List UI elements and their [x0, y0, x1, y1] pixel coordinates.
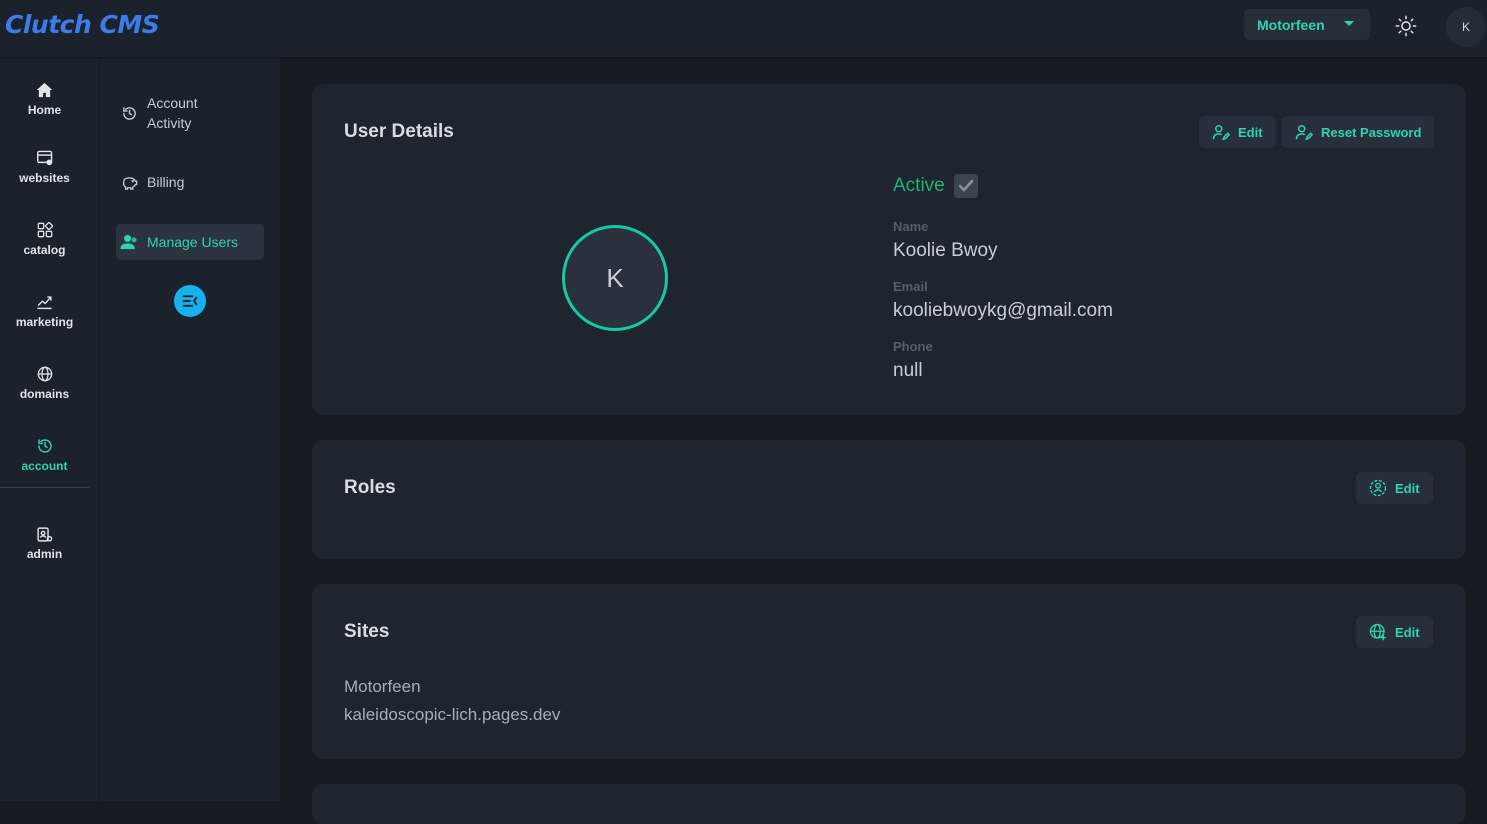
rail-item-label: websites — [19, 171, 70, 185]
globe-plus-icon — [1369, 623, 1387, 641]
edit-sites-button[interactable]: Edit — [1356, 616, 1433, 648]
user-details-card: User Details Edit Reset Password K Activ… — [312, 84, 1466, 415]
rail-item-websites[interactable]: websites — [0, 147, 89, 207]
user-avatar-button[interactable]: K — [1446, 7, 1486, 47]
history-icon — [116, 106, 142, 121]
role-badge-icon — [1369, 479, 1387, 497]
name-value: Koolie Bwoy — [893, 240, 998, 261]
subnav-item-billing[interactable]: Billing — [116, 171, 264, 193]
home-icon — [36, 79, 53, 101]
active-checkbox[interactable] — [953, 174, 978, 198]
edit-user-button[interactable]: Edit — [1199, 116, 1276, 148]
history-icon — [37, 435, 53, 457]
edit-user-icon — [1295, 124, 1313, 141]
marketing-icon — [36, 291, 53, 313]
catalog-icon — [37, 219, 53, 241]
user-status: Active — [893, 174, 978, 198]
subnav-item-label: Account Activity — [147, 95, 198, 131]
sites-card: Sites Edit Motorfeen kaleidoscopic-lich.… — [312, 584, 1466, 759]
avatar-initial: K — [1461, 20, 1470, 34]
theme-toggle-button[interactable] — [1391, 11, 1421, 41]
phone-value: null — [893, 360, 923, 381]
edit-roles-button[interactable]: Edit — [1356, 472, 1433, 504]
user-details-title: User Details — [344, 121, 454, 142]
reset-password-label: Reset Password — [1321, 124, 1422, 140]
name-label: Name — [893, 219, 929, 234]
sites-title: Sites — [344, 621, 390, 642]
subnav-item-label: Manage Users — [147, 234, 239, 250]
rail-item-catalog[interactable]: catalog — [0, 219, 89, 279]
next-card — [312, 784, 1466, 824]
site-domain: kaleidoscopic-lich.pages.dev — [344, 705, 561, 724]
rail-item-account[interactable]: account — [0, 435, 89, 495]
rail-item-marketing[interactable]: marketing — [0, 291, 89, 351]
subnav-item-manage-users[interactable]: Manage Users — [116, 224, 264, 260]
website-icon — [36, 147, 54, 169]
app-logo[interactable]: Clutch CMS — [5, 10, 160, 39]
site-select[interactable]: Motorfeen — [1244, 9, 1370, 40]
check-icon — [958, 179, 974, 192]
admin-icon — [36, 523, 53, 545]
site-name: Motorfeen — [344, 677, 421, 696]
avatar-initial: K — [606, 262, 624, 293]
status-label: Active — [893, 175, 945, 196]
rail-item-label: admin — [26, 547, 63, 561]
email-label: Email — [893, 279, 928, 294]
rail-item-domains[interactable]: domains — [0, 363, 89, 423]
main-nav-rail: Home websites catalog marketing domains … — [0, 59, 100, 801]
phone-label: Phone — [893, 339, 933, 354]
roles-card: Roles Edit — [312, 440, 1466, 559]
edit-label: Edit — [1238, 124, 1263, 140]
rail-item-label: account — [21, 459, 68, 473]
email-value: kooliebwoykg@gmail.com — [893, 300, 1113, 321]
site-select-value: Motorfeen — [1257, 16, 1325, 33]
roles-title: Roles — [344, 477, 396, 498]
collapse-subnav-button[interactable] — [174, 285, 206, 317]
top-bar: Clutch CMS Motorfeen K — [0, 0, 1487, 58]
sun-icon — [1395, 15, 1417, 37]
rail-item-label: Home — [27, 103, 62, 117]
reset-password-button[interactable]: Reset Password — [1282, 116, 1435, 148]
rail-divider — [0, 487, 89, 488]
edit-label: Edit — [1395, 624, 1420, 640]
piggy-bank-icon — [116, 175, 142, 190]
edit-label: Edit — [1395, 480, 1420, 496]
users-icon — [116, 234, 142, 250]
collapse-menu-icon — [182, 295, 198, 307]
user-avatar: K — [562, 225, 668, 331]
rail-item-label: domains — [19, 387, 70, 401]
account-subnav: Account Activity Billing Manage Users — [100, 59, 280, 801]
caret-down-icon — [1344, 21, 1354, 26]
edit-user-icon — [1212, 124, 1230, 141]
subnav-item-label: Billing — [147, 174, 185, 190]
rail-item-admin[interactable]: admin — [0, 523, 89, 583]
rail-item-label: catalog — [23, 243, 66, 257]
rail-item-label: marketing — [15, 315, 74, 329]
subnav-item-account-activity[interactable]: Account Activity — [116, 92, 264, 134]
globe-icon — [37, 363, 53, 385]
rail-item-home[interactable]: Home — [0, 79, 89, 139]
